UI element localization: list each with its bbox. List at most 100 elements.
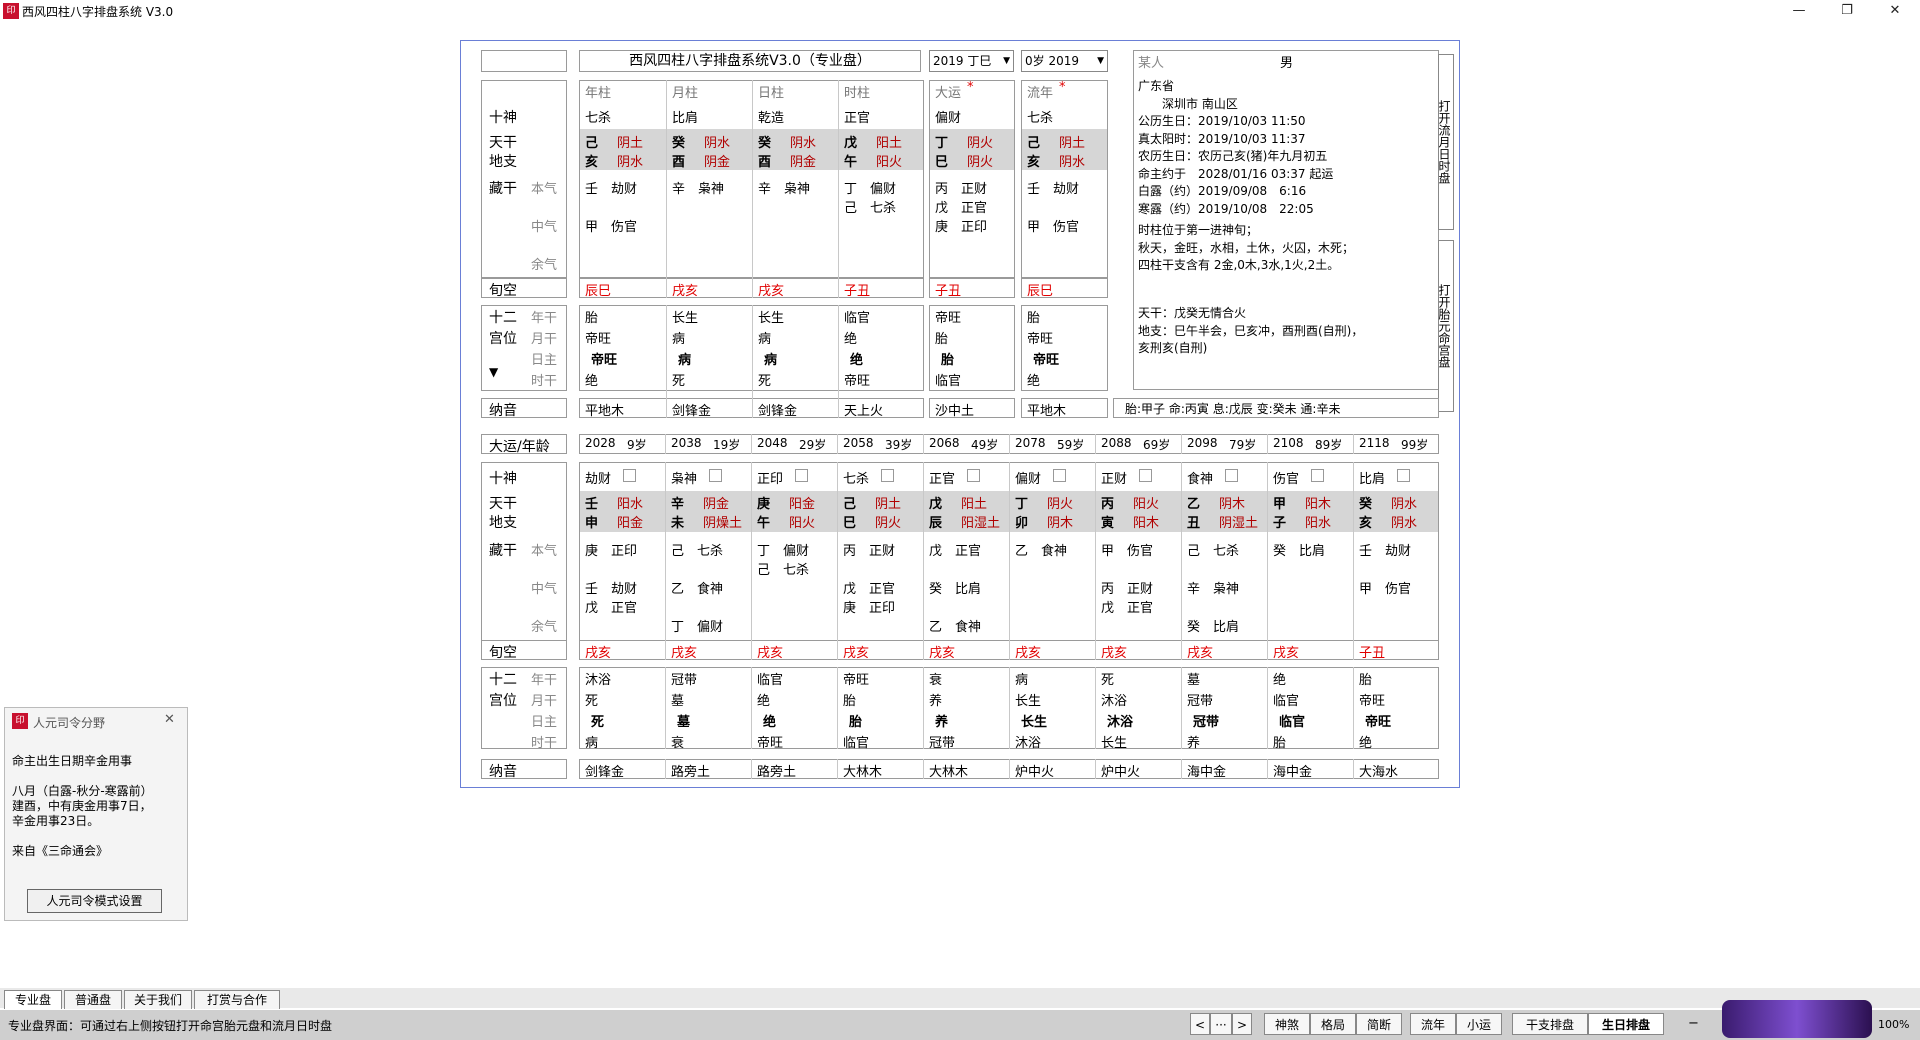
dayun-changsheng: 帝旺 xyxy=(843,673,870,688)
dayun-zhi: 子 xyxy=(1273,516,1287,531)
label-xunkong-lower: 旬空 xyxy=(489,645,517,661)
dayun-xunkong: 戌亥 xyxy=(929,646,956,661)
dayun-nayin: 炉中火 xyxy=(1101,765,1141,780)
shishen: 比肩 xyxy=(672,111,699,126)
label-arrow[interactable]: ▼ xyxy=(489,365,498,379)
dayun-gan-wuxing: 阴火 xyxy=(1047,497,1074,512)
renyuan-mode-button[interactable]: 人元司令模式设置 xyxy=(27,889,162,913)
dayun-checkbox[interactable] xyxy=(795,469,808,482)
dayun-year: 2058 xyxy=(843,436,874,450)
birthday-paipan-button[interactable]: 生日排盘 xyxy=(1588,1013,1664,1035)
dayun-year: 2028 xyxy=(585,436,616,450)
dayun-select[interactable]: 2019 丁巳 ▼ xyxy=(929,50,1014,72)
liunian-button[interactable]: 流年 xyxy=(1410,1013,1456,1035)
changsheng: 帝旺 xyxy=(585,332,612,347)
dayun-canggan: 乙 食神 xyxy=(929,620,982,635)
column-divider xyxy=(751,434,752,454)
dayun-nayin: 海中金 xyxy=(1187,765,1227,780)
changsheng: 临官 xyxy=(844,311,871,326)
dayun-changsheng: 绝 xyxy=(757,694,771,709)
canggan-benqi: 丙 正财 xyxy=(935,182,988,197)
dayun-checkbox[interactable] xyxy=(1053,469,1066,482)
close-button[interactable]: ✕ xyxy=(1872,0,1918,22)
dayun-gan: 己 xyxy=(843,497,857,512)
dayun-changsheng: 养 xyxy=(1187,736,1201,751)
dayun-zhi-wuxing: 阳火 xyxy=(789,516,816,531)
nav-prev-button[interactable]: < xyxy=(1190,1013,1210,1035)
shishen: 七杀 xyxy=(585,111,612,126)
changsheng: 病 xyxy=(764,353,778,368)
dayun-canggan: 戊 正官 xyxy=(1101,601,1154,616)
dayun-canggan: 丙 正财 xyxy=(1101,582,1154,597)
nav-next-button[interactable]: > xyxy=(1232,1013,1252,1035)
tab-normal[interactable]: 普通盘 xyxy=(64,990,122,1009)
tab-about[interactable]: 关于我们 xyxy=(124,990,192,1009)
label-tiangan-lower: 天干 xyxy=(489,496,517,512)
dayun-zhi-wuxing: 阴木 xyxy=(1047,516,1074,531)
tab-professional[interactable]: 专业盘 xyxy=(4,990,62,1009)
dizhi: 酉 xyxy=(672,155,686,170)
dayun-zhi-wuxing: 阴火 xyxy=(875,516,902,531)
shensha-button[interactable]: 神煞 xyxy=(1264,1013,1310,1035)
open-liuyue-tab[interactable]: 打开流月日时盘 xyxy=(1437,54,1454,230)
changsheng: 帝旺 xyxy=(935,311,962,326)
label-gongwei: 宫位 xyxy=(489,331,517,347)
column-divider xyxy=(751,759,752,779)
dayun-zhi-wuxing: 阳金 xyxy=(617,516,644,531)
liunian-select[interactable]: 0岁 2019 ▼ xyxy=(1021,50,1108,72)
tab-donate[interactable]: 打赏与合作 xyxy=(194,990,280,1009)
label-dayun-age: 大运/年龄 xyxy=(489,439,550,455)
zoom-minus-button[interactable]: − xyxy=(1688,1016,1699,1031)
dizhi-wuxing: 阴金 xyxy=(790,155,817,170)
dayun-checkbox[interactable] xyxy=(1225,469,1238,482)
canggan-benqi: 辛 枭神 xyxy=(758,182,811,197)
column-divider xyxy=(752,305,753,418)
popup-seal-icon: 印 xyxy=(12,713,28,729)
dayun-checkbox[interactable] xyxy=(1397,469,1410,482)
dayun-shishen: 偏财 xyxy=(1015,472,1042,487)
shishen: 乾造 xyxy=(758,111,785,126)
dayun-checkbox[interactable] xyxy=(623,469,636,482)
dayun-changsheng: 临官 xyxy=(757,673,784,688)
xiaoyun-button[interactable]: 小运 xyxy=(1456,1013,1502,1035)
dayun-checkbox[interactable] xyxy=(1139,469,1152,482)
geju-button[interactable]: 格局 xyxy=(1310,1013,1356,1035)
maximize-button[interactable]: ❐ xyxy=(1824,0,1870,22)
label-zhongqi-lower: 中气 xyxy=(531,582,558,597)
dayun-canggan: 丁 偏财 xyxy=(757,544,810,559)
nav-more-button[interactable]: ··· xyxy=(1210,1013,1232,1035)
label-benqi-lower: 本气 xyxy=(531,544,558,559)
changsheng: 长生 xyxy=(672,311,699,326)
ganzhi-paipan-button[interactable]: 干支排盘 xyxy=(1512,1013,1588,1035)
nayin: 天上火 xyxy=(844,404,884,419)
canggan-benqi2: 己 七杀 xyxy=(844,201,897,216)
dayun-checkbox[interactable] xyxy=(1311,469,1324,482)
dayun-changsheng: 临官 xyxy=(1279,715,1306,730)
dizhi: 酉 xyxy=(758,155,772,170)
dayun-changsheng: 帝旺 xyxy=(1359,694,1386,709)
dizhi: 亥 xyxy=(585,155,599,170)
label-yuegan: 月干 xyxy=(531,332,558,347)
jianduan-button[interactable]: 简断 xyxy=(1356,1013,1402,1035)
open-taiyuan-tab[interactable]: 打开胎元命宫盘 xyxy=(1437,240,1454,412)
dayun-checkbox[interactable] xyxy=(709,469,722,482)
popup-line4: 辛金用事23日。 xyxy=(12,814,100,828)
minimize-button[interactable]: — xyxy=(1776,0,1822,22)
dizhi: 午 xyxy=(844,155,858,170)
xunkong: 子丑 xyxy=(844,284,871,299)
column-divider xyxy=(1009,667,1010,749)
dayun-checkbox[interactable] xyxy=(881,469,894,482)
dayun-zhi: 巳 xyxy=(843,516,857,531)
popup-close-icon[interactable]: ✕ xyxy=(164,712,175,727)
nayin: 沙中土 xyxy=(935,404,975,419)
pillar-header: 年柱 xyxy=(585,86,612,101)
tiangan-wuxing: 阴火 xyxy=(967,136,994,151)
dayun-xunkong: 戌亥 xyxy=(757,646,784,661)
changsheng: 帝旺 xyxy=(1027,332,1054,347)
column-divider xyxy=(837,434,838,454)
label-yuqi: 余气 xyxy=(531,258,558,273)
dayun-canggan: 己 七杀 xyxy=(757,563,810,578)
column-divider xyxy=(1181,462,1182,660)
dizhi-wuxing: 阴水 xyxy=(1059,155,1086,170)
dayun-checkbox[interactable] xyxy=(967,469,980,482)
